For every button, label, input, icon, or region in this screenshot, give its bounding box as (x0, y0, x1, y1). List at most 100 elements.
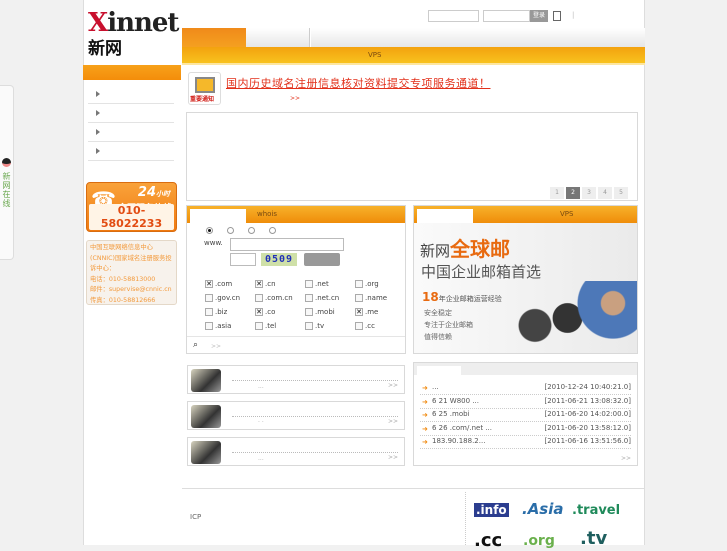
arrow-icon (96, 110, 100, 116)
tld-checkbox[interactable] (255, 322, 263, 330)
mail-promo-panel[interactable]: VPS 新网全球邮 中国企业邮箱首选 18年企业邮箱运营经验 安全稳定 专注于企… (413, 205, 638, 354)
product-text[interactable]: ... (258, 383, 264, 390)
notice-more-link[interactable]: >> (290, 95, 300, 102)
xinnet-logo[interactable]: Xinnet 新网 (88, 8, 179, 60)
product-text[interactable]: ... (258, 455, 264, 462)
travel-logo[interactable]: .travel (572, 503, 620, 518)
cnnic-complaint-box: 中国互联网络信息中心(CNNIC)国家域名注册服务投诉中心： 电话：010-58… (86, 240, 177, 305)
news-title[interactable]: ... (432, 383, 439, 391)
mail-tab-blank[interactable] (417, 209, 473, 223)
tld-label: .net.cn (315, 294, 340, 302)
cc-logo[interactable]: .cc (474, 530, 502, 551)
tld-checkbox[interactable] (255, 294, 263, 302)
news-item[interactable]: ➜ 6 26 .com/.net ... [2011-06-20 13:58:12.… (420, 422, 631, 436)
product-thumbnail (191, 441, 221, 464)
news-date: [2011-06-20 13:58:12.0] (544, 423, 632, 432)
left-menu-item[interactable] (88, 86, 174, 104)
org-logo[interactable]: .org (523, 533, 555, 549)
notice-link[interactable]: 国内历史域名注册信息核对资料提交专项服务通道！ (226, 75, 491, 91)
news-title[interactable]: 6 21 W800 ... (432, 397, 479, 405)
hotline-banner[interactable]: ☎ 24小时 全国服务热线 010-58022233 (86, 182, 177, 232)
tld-label: .me (365, 308, 379, 316)
radio-option-3[interactable] (248, 227, 255, 234)
mail-years: 18 (422, 290, 439, 304)
banner-page-3[interactable]: 3 (582, 187, 596, 199)
tld-checkbox[interactable]: ✕ (205, 280, 213, 288)
whois-more-link[interactable]: >> (211, 343, 221, 350)
news-title[interactable]: 6 25 .mobi (432, 410, 470, 418)
tld-checkbox[interactable] (355, 294, 363, 302)
mail-tab-vps[interactable]: VPS (560, 210, 573, 218)
arrow-icon: ➜ (422, 411, 428, 419)
news-item[interactable]: ➜ 6 21 W800 ... [2011-06-21 13:08:32.0] (420, 395, 631, 409)
nav-band-vps[interactable]: VPS (368, 51, 381, 59)
banner-page-1[interactable]: 1 (550, 187, 564, 199)
tld-checkbox[interactable] (305, 280, 313, 288)
left-menu-item[interactable] (88, 124, 174, 142)
online-service-float[interactable]: 新网在线 (0, 85, 14, 260)
product-thumbnail (191, 405, 221, 428)
tld-checkbox[interactable] (305, 322, 313, 330)
news-item[interactable]: ➜ 6 25 .mobi [2011-06-20 14:02:00.0] (420, 408, 631, 422)
tld-label: .tel (265, 322, 277, 330)
captcha-input[interactable] (230, 253, 256, 266)
tld-checkbox[interactable] (305, 294, 313, 302)
tld-checkbox[interactable]: ✕ (255, 280, 263, 288)
tld-checkbox[interactable] (305, 308, 313, 316)
tld-checkbox[interactable] (205, 308, 213, 316)
tld-label: .name (365, 294, 388, 302)
news-more-link[interactable]: >> (621, 455, 631, 462)
hotline-hours-unit: 小时 (156, 190, 170, 198)
left-menu-item[interactable] (88, 105, 174, 123)
hotline-hours: 24 (137, 185, 156, 200)
banner-page-5[interactable]: 5 (614, 187, 628, 199)
whois-tab[interactable]: whois (257, 210, 277, 218)
tld-label: .co (265, 308, 276, 316)
whois-tab-blank[interactable] (190, 209, 246, 223)
password-input[interactable] (483, 10, 530, 22)
news-item[interactable]: ➜ 183.90.188.2... [2011-06-16 13:51:56.0] (420, 435, 631, 449)
tld-checkbox[interactable] (205, 294, 213, 302)
tv-logo[interactable]: .tv (580, 528, 607, 549)
banner-page-4[interactable]: 4 (598, 187, 612, 199)
product-text[interactable]: · · (258, 419, 264, 426)
banner-page-2[interactable]: 2 (566, 187, 580, 199)
tld-checkbox[interactable] (205, 322, 213, 330)
arrow-icon: ➜ (422, 384, 428, 392)
news-title[interactable]: 183.90.188.2... (432, 437, 485, 445)
product-row[interactable]: · · >> (187, 401, 405, 430)
username-input[interactable] (428, 10, 479, 22)
radio-option-1[interactable] (206, 227, 213, 234)
product-more-link[interactable]: >> (388, 454, 398, 461)
tld-checkbox[interactable] (355, 322, 363, 330)
product-more-link[interactable]: >> (388, 418, 398, 425)
nav-tab-active[interactable] (182, 28, 246, 47)
news-item[interactable]: ➜... [2010-12-24 10:40:21.0] (420, 381, 631, 395)
nav-tab[interactable] (246, 28, 310, 47)
mail-slogan: 中国企业邮箱首选 (421, 263, 542, 281)
mail-product: 全球邮 (450, 237, 511, 261)
icp-text[interactable]: ICP (190, 513, 201, 521)
info-logo[interactable]: .info (474, 503, 509, 517)
radio-option-4[interactable] (269, 227, 276, 234)
news-title[interactable]: 6 26 .com/.net ... (432, 424, 492, 432)
left-menu-item[interactable] (88, 143, 174, 161)
tld-checkbox[interactable] (355, 280, 363, 288)
product-row[interactable]: ... >> (187, 437, 405, 466)
product-more-link[interactable]: >> (388, 382, 398, 389)
tld-checkbox[interactable]: ✕ (355, 308, 363, 316)
captcha-image[interactable]: 0509 (261, 253, 297, 266)
register-icon[interactable] (553, 11, 561, 21)
radio-option-2[interactable] (227, 227, 234, 234)
footer-divider (182, 488, 645, 489)
asia-logo[interactable]: .Asia (522, 500, 564, 518)
login-button[interactable]: 登录 (530, 10, 548, 22)
mail-point: 值得信赖 (424, 333, 452, 341)
qq-icon (2, 158, 11, 167)
cnnic-title: 中国互联网络信息中心(CNNIC)国家域名注册服务投诉中心： (90, 244, 172, 272)
whois-search-button[interactable] (304, 253, 340, 266)
nav-tab[interactable] (311, 28, 645, 47)
domain-input[interactable] (230, 238, 344, 251)
product-row[interactable]: ... >> (187, 365, 405, 394)
tld-checkbox[interactable]: ✕ (255, 308, 263, 316)
